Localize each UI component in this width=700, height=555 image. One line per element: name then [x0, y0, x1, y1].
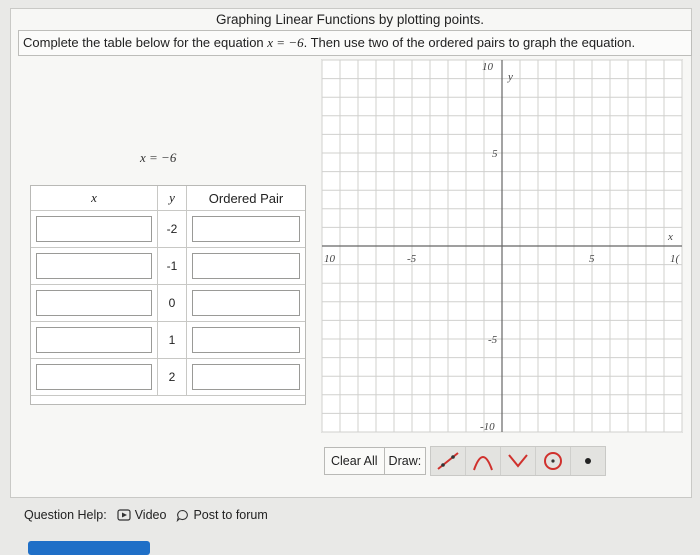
video-icon: [117, 509, 131, 521]
y-tick-label-neg10: -10: [480, 421, 495, 433]
table-row: [31, 248, 158, 285]
x-tick-label-neg10: 10: [324, 253, 336, 265]
ordered-pair-cell: [187, 322, 305, 359]
table-row: [31, 285, 158, 322]
y-tick-label-neg5: -5: [488, 334, 498, 346]
post-to-forum-label: Post to forum: [193, 508, 268, 522]
ordered-pair-input[interactable]: [192, 364, 300, 390]
ordered-pair-input[interactable]: [192, 216, 300, 242]
x-value-input[interactable]: [36, 364, 152, 390]
values-table: x y Ordered Pair -2 -1 0 1 2: [30, 185, 306, 405]
header-x: x: [31, 186, 158, 211]
equation-label: x = −6: [140, 150, 177, 165]
circle-tool-icon[interactable]: [536, 447, 572, 475]
instructions-equation: x = −6: [267, 35, 304, 50]
x-value-input[interactable]: [36, 253, 152, 279]
graph-area[interactable]: 10 5 -5 -10 10 -5 5 1( x y: [318, 54, 686, 449]
y-axis-label: y: [507, 71, 513, 83]
check-answer-button[interactable]: [28, 541, 150, 555]
table-row: [31, 211, 158, 248]
parabola-tool-icon[interactable]: [466, 447, 502, 475]
y-value-cell: -2: [158, 211, 187, 248]
y-value-cell: 0: [158, 285, 187, 322]
ordered-pair-cell: [187, 359, 305, 396]
y-tick-label-10: 10: [482, 61, 494, 73]
instructions: Complete the table below for the equatio…: [18, 30, 692, 56]
y-value-cell: -1: [158, 248, 187, 285]
x-axis-label: x: [667, 231, 673, 243]
coordinate-grid[interactable]: 10 5 -5 -10 10 -5 5 1( x y: [318, 54, 686, 444]
x-tick-label-5: 5: [589, 253, 595, 265]
ordered-pair-cell: [187, 211, 305, 248]
instructions-text-start: Complete the table below for the equatio…: [23, 35, 268, 50]
y-value-cell: 1: [158, 322, 187, 359]
header-ordered-pair: Ordered Pair: [187, 186, 305, 211]
ordered-pair-input[interactable]: [192, 327, 300, 353]
absolute-value-tool-icon[interactable]: [501, 447, 537, 475]
x-tick-label-neg5: -5: [407, 253, 417, 265]
question-help-label: Question Help:: [24, 508, 107, 522]
y-tick-label-5: 5: [492, 148, 498, 160]
ordered-pair-cell: [187, 248, 305, 285]
x-value-input[interactable]: [36, 290, 152, 316]
ordered-pair-input[interactable]: [192, 253, 300, 279]
ordered-pair-cell: [187, 285, 305, 322]
point-tool-icon[interactable]: [571, 447, 606, 475]
table-row: [31, 359, 158, 396]
video-link[interactable]: Video: [117, 508, 167, 522]
header-y: y: [158, 186, 187, 211]
question-title: Graphing Linear Functions by plotting po…: [216, 12, 484, 27]
video-link-label: Video: [134, 508, 167, 522]
ordered-pair-input[interactable]: [192, 290, 300, 316]
draw-tools: [430, 446, 607, 476]
line-tool-icon[interactable]: [431, 447, 467, 475]
draw-label: Draw:: [384, 447, 427, 475]
x-tick-label-10: 1(: [670, 253, 681, 265]
speech-bubble-icon: [177, 509, 189, 522]
y-value-cell: 2: [158, 359, 187, 396]
x-value-input[interactable]: [36, 216, 152, 242]
clear-all-button[interactable]: Clear All: [324, 447, 385, 475]
question-help: Question Help: Video Post to forum: [24, 508, 268, 522]
x-value-input[interactable]: [36, 327, 152, 353]
instructions-text-end: . Then use two of the ordered pairs to g…: [303, 35, 636, 50]
graph-toolbar: Clear All Draw:: [324, 442, 607, 480]
post-to-forum-link[interactable]: Post to forum: [176, 508, 268, 522]
table-row: [31, 322, 158, 359]
